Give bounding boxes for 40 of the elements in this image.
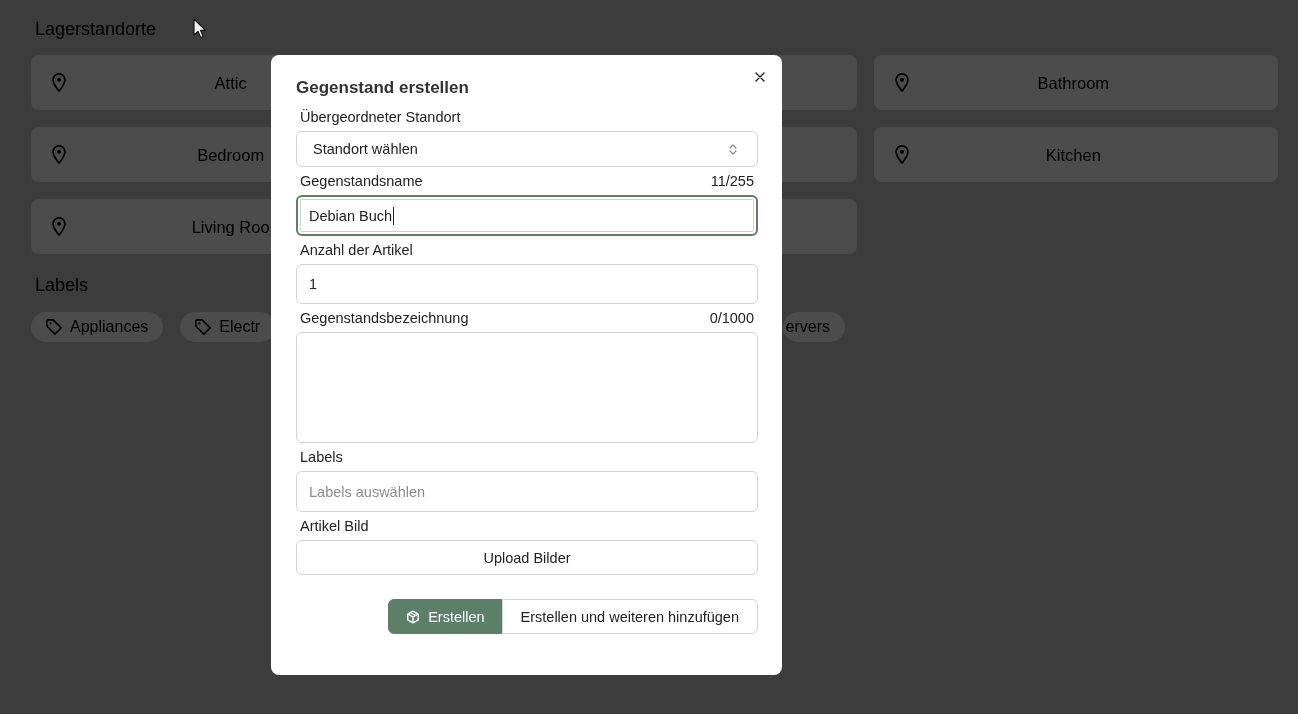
create-and-add-button[interactable]: Erstellen und weiteren hinzufügen bbox=[501, 599, 758, 634]
section-heading: Labels bbox=[35, 274, 89, 297]
tag-icon bbox=[46, 319, 62, 335]
map-pin-icon bbox=[52, 145, 66, 164]
text-field[interactable]: 1 bbox=[296, 264, 758, 304]
label-chip[interactable]: ervers bbox=[782, 312, 845, 342]
cube-icon bbox=[406, 609, 421, 624]
location-name: Bathroom bbox=[1037, 72, 1110, 94]
field-label: Gegenstandsbezeichnung bbox=[300, 309, 469, 328]
text-field[interactable]: Debian Buch bbox=[296, 195, 758, 236]
location-name: Living Roo bbox=[191, 216, 270, 238]
location-name: Attic bbox=[214, 72, 247, 94]
character-counter: 11/255 bbox=[710, 172, 754, 191]
map-pin-icon bbox=[52, 217, 66, 236]
location-card[interactable]: Bathroom bbox=[873, 55, 1278, 110]
textarea-field[interactable] bbox=[296, 332, 758, 443]
close-icon bbox=[755, 72, 765, 82]
tag-icon bbox=[195, 319, 212, 335]
label-name: ervers bbox=[785, 318, 830, 336]
text-cursor-icon bbox=[393, 206, 395, 225]
create-button[interactable]: Erstellen bbox=[388, 599, 502, 634]
label-name: Electr bbox=[219, 318, 261, 336]
mouse-pointer-icon bbox=[193, 18, 206, 39]
section-heading: Lagerstandorte bbox=[35, 18, 157, 41]
location-name: Kitchen bbox=[1045, 144, 1101, 166]
character-counter: 0/1000 bbox=[709, 309, 754, 328]
chevron-up-down-icon bbox=[729, 142, 737, 156]
field-label: Artikel Bild bbox=[300, 517, 369, 536]
field-label: Labels bbox=[300, 448, 343, 467]
map-pin-icon bbox=[52, 73, 66, 92]
upload-button[interactable]: Upload Bilder bbox=[296, 540, 758, 575]
select-field[interactable]: Standort wählen bbox=[296, 131, 758, 167]
label-chip[interactable]: Appliances bbox=[31, 312, 164, 342]
labels-select-field[interactable]: Labels auswählen bbox=[296, 471, 758, 512]
location-card[interactable]: Kitchen bbox=[873, 127, 1278, 182]
label-name: Appliances bbox=[70, 318, 149, 336]
field-label: Übergeordneter Standort bbox=[300, 108, 461, 127]
map-pin-icon bbox=[894, 145, 909, 164]
location-name: Bedroom bbox=[197, 144, 265, 166]
map-pin-icon bbox=[894, 73, 909, 92]
